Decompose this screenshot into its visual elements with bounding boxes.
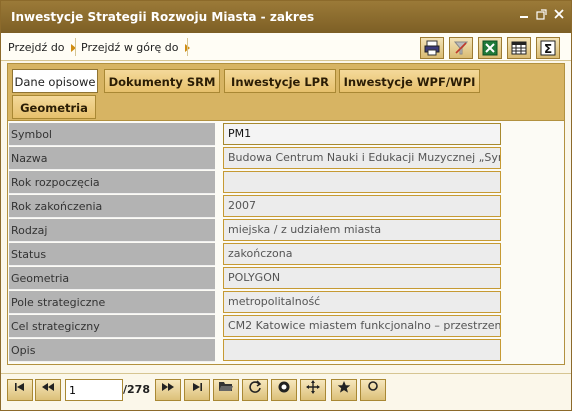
clear-filter-icon (453, 41, 469, 55)
goto-up-label: Przejdź w górę do (81, 41, 179, 54)
divider (187, 38, 188, 56)
end-year-field[interactable]: 2007 (223, 195, 501, 217)
restore-icon[interactable] (534, 9, 548, 23)
symbol-field[interactable]: PM1 (223, 123, 501, 145)
field-label: Rodzaj (9, 219, 215, 242)
print-icon (424, 40, 440, 56)
close-icon[interactable] (552, 9, 566, 23)
star-icon (337, 381, 351, 393)
page-total: /278 (123, 383, 150, 396)
tab-dane-opisowe[interactable]: Dane opisowe (12, 69, 98, 93)
field-label: Rok zakończenia (9, 195, 215, 218)
favorite-button[interactable] (331, 379, 357, 401)
folder-icon (219, 382, 233, 391)
tab-bar: Dane opisowe Dokumenty SRM Inwestycje LP… (7, 63, 565, 121)
start-year-field[interactable] (223, 171, 501, 193)
name-field[interactable]: Budowa Centrum Nauki i Edukacji Muzyczne… (223, 147, 501, 169)
page-number-input[interactable] (65, 379, 123, 401)
clear-filter-button[interactable] (449, 37, 473, 59)
field-label: Symbol (9, 123, 215, 146)
last-record-button[interactable] (184, 379, 210, 401)
strategic-goal-field[interactable]: CM2 Katowice miastem funkcjonalno – prze… (223, 315, 501, 337)
zoom-icon (278, 381, 290, 393)
field-label: Nazwa (9, 147, 215, 170)
sum-button[interactable]: Σ (536, 37, 560, 59)
geometry-field[interactable]: POLYGON (223, 267, 501, 289)
tab-inwestycje-wpf-wpi[interactable]: Inwestycje WPF/WPI (339, 69, 480, 93)
refresh-icon (249, 380, 262, 393)
first-record-button[interactable] (7, 379, 33, 401)
tab-geometria[interactable]: Geometria (12, 95, 96, 119)
sum-icon: Σ (540, 40, 556, 56)
minimize-icon[interactable] (517, 9, 531, 23)
status-field[interactable]: zakończona (223, 243, 501, 265)
refresh-button[interactable] (242, 379, 268, 401)
excel-export-button[interactable] (478, 37, 502, 59)
circle-icon (368, 381, 378, 391)
table-view-button[interactable] (507, 37, 531, 59)
tab-inwestycje-lpr[interactable]: Inwestycje LPR (224, 69, 336, 93)
previous-record-button[interactable] (35, 379, 61, 401)
dialog-window: Inwestycje Strategii Rozwoju Miasta - za… (0, 0, 572, 411)
excel-export-icon (482, 40, 498, 56)
field-label: Opis (9, 339, 215, 362)
field-label: Rok rozpoczęcia (9, 171, 215, 194)
field-label: Pole strategiczne (9, 291, 215, 314)
goto-label: Przejdź do (8, 41, 65, 54)
circle-button[interactable] (360, 379, 386, 401)
goto-button[interactable]: Przejdź do (8, 38, 76, 58)
print-button[interactable] (420, 37, 444, 59)
pan-button[interactable] (300, 379, 326, 401)
strategic-area-field[interactable]: metropolitalność (223, 291, 501, 313)
move-icon (306, 380, 320, 394)
goto-up-button[interactable]: Przejdź w górę do (81, 38, 190, 58)
table-view-icon (511, 41, 527, 55)
attribute-form: Symbol PM1 Nazwa Budowa Centrum Nauki i … (7, 121, 565, 365)
field-label: Cel strategiczny (9, 315, 215, 338)
navigation-bar: Przejdź do Przejdź w górę do Σ (1, 33, 571, 61)
last-icon (193, 383, 202, 391)
type-field[interactable]: miejska / z udziałem miasta (223, 219, 501, 241)
next-record-button[interactable] (155, 379, 181, 401)
title-bar[interactable]: Inwestycje Strategii Rozwoju Miasta - za… (1, 1, 571, 33)
rewind-icon (42, 383, 54, 391)
divider (75, 38, 76, 56)
fast-forward-icon (162, 383, 174, 391)
first-icon (15, 383, 24, 391)
open-folder-button[interactable] (213, 379, 239, 401)
tab-dokumenty-srm[interactable]: Dokumenty SRM (104, 69, 220, 93)
svg-text:Σ: Σ (544, 42, 552, 56)
description-field[interactable] (223, 339, 501, 361)
zoom-button[interactable] (271, 379, 297, 401)
pager-bar: /278 (1, 373, 571, 410)
window-title: Inwestycje Strategii Rozwoju Miasta - za… (11, 10, 315, 24)
field-label: Geometria (9, 267, 215, 290)
field-label: Status (9, 243, 215, 266)
